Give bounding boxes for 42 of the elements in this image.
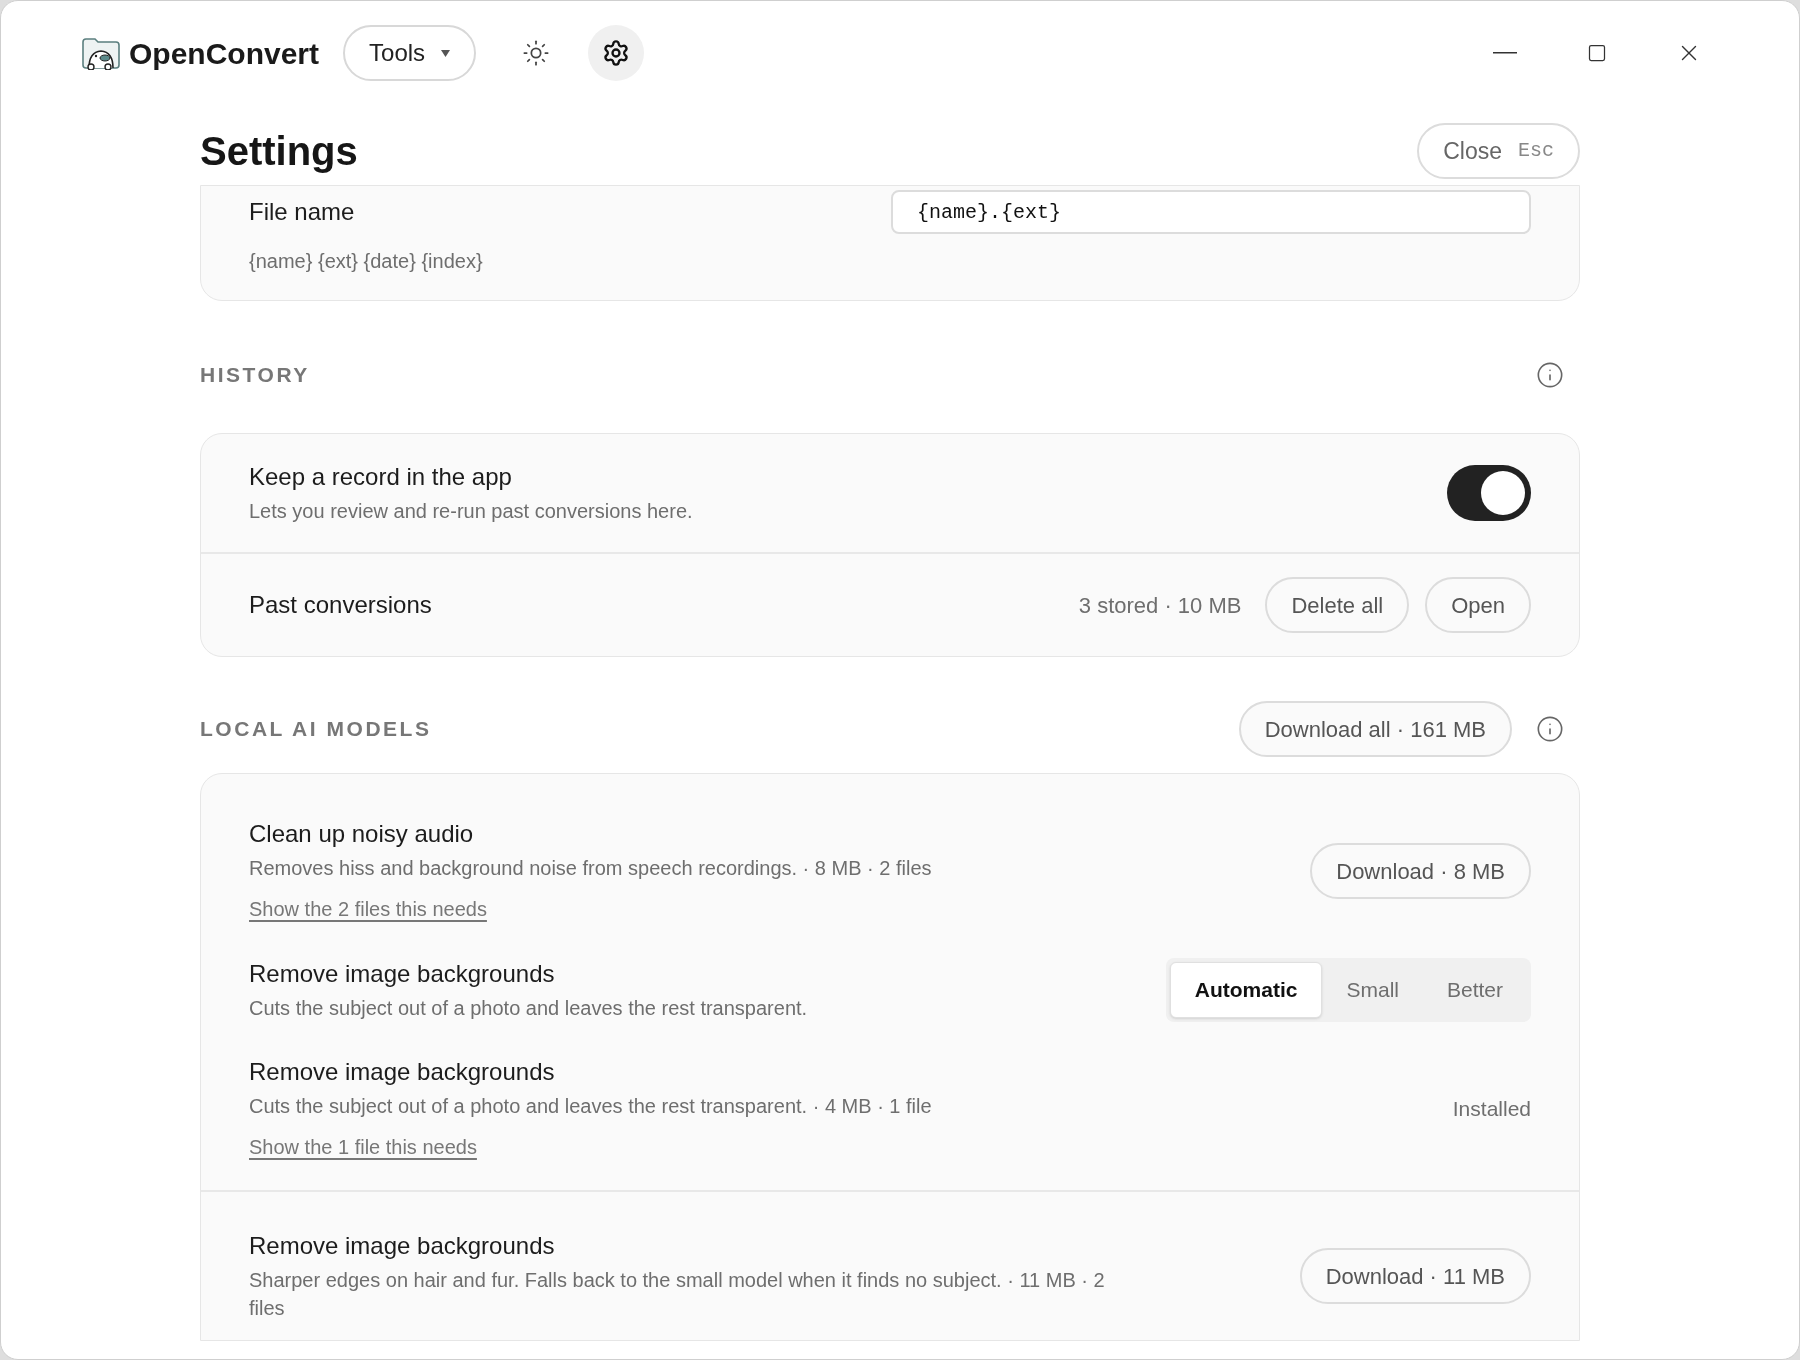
- setting-description: Sharper edges on hair and fur. Falls back to the small model when it finds no subject. · 11 MB · 2 files: [249, 1268, 1106, 1321]
- setting-title: Remove image backgrounds: [249, 959, 556, 989]
- settings-icon: [602, 39, 631, 67]
- setting-title: Keep a record in the app: [249, 462, 513, 492]
- caret-icon: [441, 49, 451, 57]
- file-name-label: File name: [249, 197, 355, 227]
- setting-description: Cuts the subject out of a photo and leaves the rest transparent.: [249, 996, 809, 1021]
- section-heading: LOCAL AI MODELS: [200, 716, 432, 743]
- storage-summary: 3 stored · 10 MB: [1078, 591, 1242, 620]
- files-link[interactable]: Show the 1 file this needs: [249, 1132, 477, 1162]
- history-button[interactable]: Open: [1425, 577, 1531, 633]
- setting-title: Remove image backgrounds: [249, 1231, 556, 1261]
- download-button[interactable]: Download · 11 MB: [1299, 1248, 1531, 1304]
- toggle-switch[interactable]: [1447, 465, 1531, 521]
- setting-description: Lets you review and re-run past conversions here.: [249, 499, 693, 524]
- settings-heading: Settings: [200, 128, 358, 175]
- file-name-input[interactable]: {name}.{ext}: [891, 190, 1531, 234]
- sun-icon: [522, 39, 551, 67]
- download-button[interactable]: Download · 8 MB: [1310, 843, 1531, 899]
- variant-option[interactable]: Small: [1322, 962, 1423, 1018]
- shortcut-key: Esc: [1518, 136, 1554, 166]
- history-button[interactable]: Delete all: [1265, 577, 1410, 633]
- maximize-icon: [1587, 43, 1607, 63]
- placeholder-hint: {name} {ext} {date} {index}: [249, 249, 484, 274]
- info-icon: [1536, 715, 1564, 743]
- download-all-button[interactable]: Download all · 161 MB: [1238, 701, 1512, 757]
- setting-title: Past conversions: [249, 590, 432, 620]
- setting-description: Removes hiss and background noise from speech recordings. · 8 MB · 2 files: [249, 856, 933, 881]
- setting-title: Remove image backgrounds: [249, 1057, 556, 1087]
- minimize-icon: [1493, 52, 1517, 54]
- mole-folder-logo-icon: [81, 36, 121, 70]
- setting-description: Cuts the subject out of a photo and leaves the rest transparent. · 4 MB · 1 file: [249, 1094, 933, 1119]
- files-link[interactable]: Show the 2 files this needs: [249, 894, 487, 924]
- close-settings-button[interactable]: Close Esc: [1417, 123, 1580, 179]
- installed-status: Installed: [1452, 1096, 1531, 1123]
- variant-option[interactable]: Better: [1422, 962, 1527, 1018]
- tools-menu-button[interactable]: Tools: [343, 25, 477, 81]
- variant-option[interactable]: Automatic: [1169, 962, 1323, 1018]
- setting-title: Clean up noisy audio: [249, 819, 475, 849]
- section-heading: HISTORY: [200, 362, 310, 389]
- app-name: OpenConvert: [129, 35, 320, 72]
- info-icon: [1536, 361, 1564, 389]
